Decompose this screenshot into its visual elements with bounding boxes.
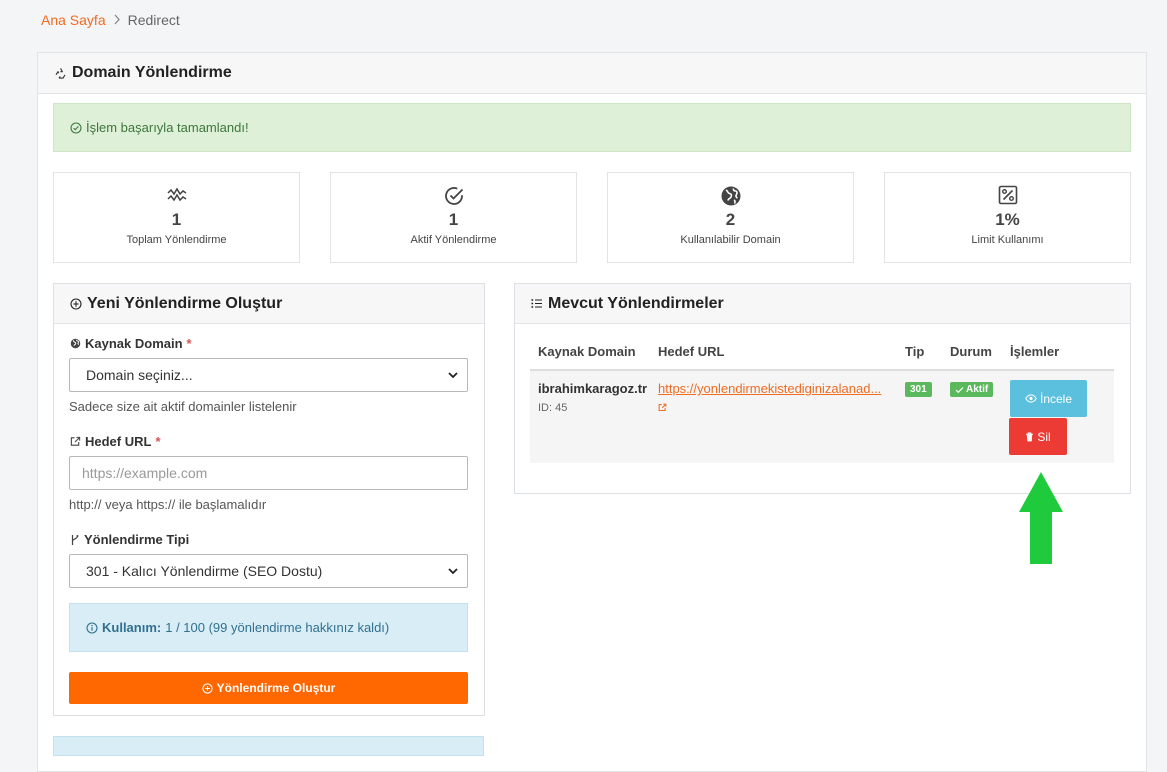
annotation-arrow-icon <box>1019 472 1063 564</box>
percent-icon <box>885 185 1130 207</box>
usage-text: 1 / 100 (99 yönlendirme hakkınız kaldı) <box>165 620 390 635</box>
stat-available-domains: 2 Kullanılabilir Domain <box>607 172 854 263</box>
panel-header: Yeni Yönlendirme Oluştur <box>54 284 484 324</box>
branch-icon <box>70 534 80 546</box>
source-domain-help: Sadece size ait aktif domainler listelen… <box>69 399 297 414</box>
info-circle-icon <box>86 621 98 634</box>
breadcrumb-current: Redirect <box>127 12 180 28</box>
check-icon <box>955 386 964 394</box>
target-url-label: Hedef URL * <box>70 434 161 449</box>
delete-redirect-button[interactable]: Sil <box>1009 418 1067 455</box>
chevron-right-icon <box>113 13 121 28</box>
column-header-source: Kaynak Domain <box>538 344 636 359</box>
row-id: ID: 45 <box>538 402 568 414</box>
type-badge: 301 <box>905 382 932 397</box>
source-domain-label: Kaynak Domain * <box>70 336 192 351</box>
stat-value: 2 <box>725 210 736 229</box>
panel-header: Mevcut Yönlendirmeler <box>515 284 1130 324</box>
create-redirect-button[interactable]: Yönlendirme Oluştur <box>69 672 468 704</box>
stat-label: Aktif Yönlendirme <box>410 234 497 246</box>
check-circle-icon <box>331 185 576 207</box>
stat-total-redirects: 1 Toplam Yönlendirme <box>53 172 300 263</box>
activity-icon <box>54 185 299 207</box>
create-redirect-label: Yönlendirme Oluştur <box>216 681 336 695</box>
required-mark: * <box>186 336 192 351</box>
stat-label: Limit Kullanımı <box>971 234 1044 246</box>
stat-value: 1% <box>995 210 1020 229</box>
redirect-type-label: Yönlendirme Tipi <box>70 532 189 547</box>
table-row: ibrahimkaragoz.tr ID: 45 https://yonlend… <box>530 371 1114 463</box>
new-redirect-panel: Yeni Yönlendirme Oluştur Kaynak Domain *… <box>53 283 485 716</box>
stat-limit-usage: 1% Limit Kullanımı <box>884 172 1131 263</box>
list-icon <box>531 298 543 309</box>
usage-info-alert: Kullanım: 1 / 100 (99 yönlendirme hakkın… <box>69 603 468 652</box>
globe-icon <box>70 338 81 349</box>
plus-circle-icon <box>202 682 213 694</box>
chevron-down-icon <box>447 368 459 385</box>
success-alert: İşlem başarıyla tamamlandı! <box>53 103 1131 152</box>
stat-value: 1 <box>171 210 182 229</box>
globe-icon <box>608 185 853 207</box>
redirect-type-select[interactable]: 301 - Kalıcı Yönlendirme (SEO Dostu) <box>69 554 468 588</box>
row-source-domain: ibrahimkaragoz.tr <box>538 381 648 396</box>
stat-label: Toplam Yönlendirme <box>126 234 227 246</box>
card-title: Domain Yönlendirme <box>72 64 232 81</box>
chevron-down-icon <box>447 564 459 581</box>
stat-label: Kullanılabilir Domain <box>680 234 781 246</box>
column-header-actions: İşlemler <box>1010 344 1060 359</box>
panel-title: Mevcut Yönlendirmeler <box>548 294 724 312</box>
breadcrumb: Ana Sayfa Redirect <box>41 12 180 28</box>
column-header-status: Durum <box>950 344 992 359</box>
usage-label: Kullanım: <box>102 620 162 635</box>
stat-value: 1 <box>448 210 459 229</box>
existing-redirects-panel: Mevcut Yönlendirmeler Kaynak Domain Hede… <box>514 283 1131 494</box>
recycle-icon <box>54 67 67 80</box>
row-target-url-link[interactable]: https://yonlendirmekistediginizalanad... <box>658 381 881 396</box>
view-redirect-button[interactable]: İncele <box>1010 380 1087 417</box>
breadcrumb-home-link[interactable]: Ana Sayfa <box>41 12 106 28</box>
column-header-type: Tip <box>905 344 925 359</box>
target-url-input[interactable] <box>69 456 468 490</box>
external-link-icon[interactable] <box>658 403 667 412</box>
domain-redirect-card: Domain Yönlendirme İşlem başarıyla tamam… <box>37 52 1147 772</box>
success-alert-text: İşlem başarıyla tamamlandı! <box>86 120 249 135</box>
status-badge: Aktif <box>950 382 994 397</box>
card-header: Domain Yönlendirme <box>38 53 1146 94</box>
source-domain-select[interactable]: Domain seçiniz... <box>69 358 468 392</box>
eye-icon <box>1025 394 1037 403</box>
required-mark: * <box>155 434 161 449</box>
check-circle-icon <box>70 121 82 134</box>
panel-title: Yeni Yönlendirme Oluştur <box>87 294 283 312</box>
column-header-target: Hedef URL <box>658 344 725 359</box>
external-link-icon <box>70 436 81 447</box>
source-domain-selected: Domain seçiniz... <box>86 367 193 383</box>
trash-icon <box>1025 432 1034 442</box>
target-url-help: http:// veya https:// ile başlamalıdır <box>69 497 267 512</box>
stat-active-redirects: 1 Aktif Yönlendirme <box>330 172 577 263</box>
plus-circle-icon <box>70 297 82 310</box>
redirect-type-selected: 301 - Kalıcı Yönlendirme (SEO Dostu) <box>86 563 323 579</box>
info-panel-edge <box>53 736 484 756</box>
